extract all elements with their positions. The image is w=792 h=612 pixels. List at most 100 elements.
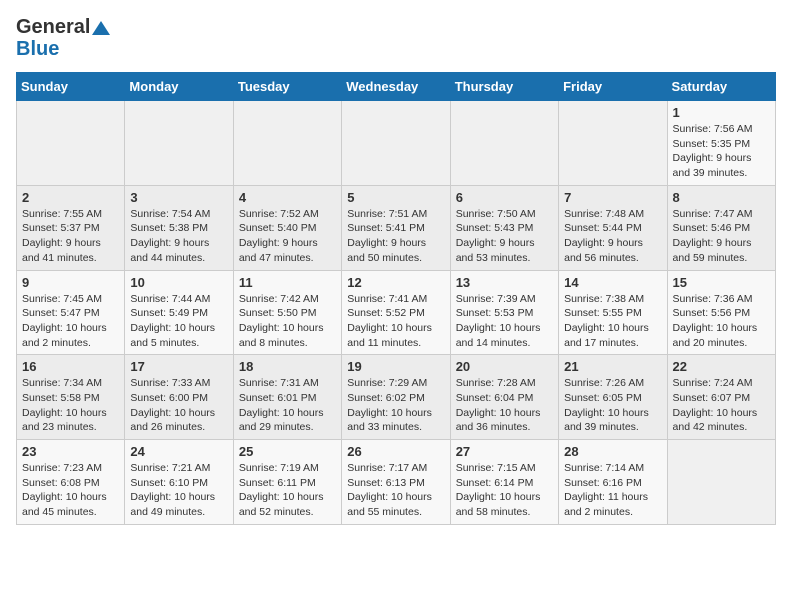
day-info: Sunrise: 7:54 AM Sunset: 5:38 PM Dayligh… (130, 207, 227, 266)
day-number: 4 (239, 190, 336, 205)
calendar-cell: 18Sunrise: 7:31 AM Sunset: 6:01 PM Dayli… (233, 355, 341, 440)
calendar-cell: 17Sunrise: 7:33 AM Sunset: 6:00 PM Dayli… (125, 355, 233, 440)
day-number: 16 (22, 359, 119, 374)
day-info: Sunrise: 7:26 AM Sunset: 6:05 PM Dayligh… (564, 376, 661, 435)
day-info: Sunrise: 7:15 AM Sunset: 6:14 PM Dayligh… (456, 461, 553, 520)
day-number: 26 (347, 444, 444, 459)
day-number: 14 (564, 275, 661, 290)
calendar-cell: 27 Sunrise: 7:15 AM Sunset: 6:14 PM Dayli… (450, 440, 558, 525)
day-number: 7 (564, 190, 661, 205)
calendar-cell: 12 Sunrise: 7:41 AM Sunset: 5:52 PM Dayli… (342, 270, 450, 355)
day-info: Sunrise: 7:19 AM Sunset: 6:11 PM Dayligh… (239, 461, 336, 520)
day-info: Sunrise: 7:24 AM Sunset: 6:07 PM Dayligh… (673, 376, 770, 435)
calendar-cell: 23 Sunrise: 7:23 AM Sunset: 6:08 PM Dayli… (17, 440, 125, 525)
calendar-week-row: 2 Sunrise: 7:55 AM Sunset: 5:37 PM Daylig… (17, 185, 776, 270)
calendar-cell: 13Sunrise: 7:39 AM Sunset: 5:53 PM Dayli… (450, 270, 558, 355)
day-number: 28 (564, 444, 661, 459)
calendar-cell: 22 Sunrise: 7:24 AM Sunset: 6:07 PM Dayli… (667, 355, 775, 440)
day-number: 2 (22, 190, 119, 205)
column-header-tuesday: Tuesday (233, 73, 341, 101)
calendar-cell: 28 Sunrise: 7:14 AM Sunset: 6:16 PM Dayli… (559, 440, 667, 525)
day-number: 5 (347, 190, 444, 205)
calendar-cell: 14 Sunrise: 7:38 AM Sunset: 5:55 PM Dayli… (559, 270, 667, 355)
day-info: Sunrise: 7:41 AM Sunset: 5:52 PM Dayligh… (347, 292, 444, 351)
calendar-cell: 26 Sunrise: 7:17 AM Sunset: 6:13 PM Dayli… (342, 440, 450, 525)
logo-text-line1: General (16, 16, 110, 38)
calendar-cell: 9Sunrise: 7:45 AM Sunset: 5:47 PM Daylig… (17, 270, 125, 355)
day-info: Sunrise: 7:55 AM Sunset: 5:37 PM Dayligh… (22, 207, 119, 266)
logo-text-line2: Blue (16, 38, 110, 60)
calendar-cell: 11 Sunrise: 7:42 AM Sunset: 5:50 PM Dayli… (233, 270, 341, 355)
day-number: 20 (456, 359, 553, 374)
calendar-cell: 1 Sunrise: 7:56 AM Sunset: 5:35 PM Daylig… (667, 101, 775, 186)
day-number: 19 (347, 359, 444, 374)
calendar-week-row: 16 Sunrise: 7:34 AM Sunset: 5:58 PM Dayli… (17, 355, 776, 440)
calendar-week-row: 9Sunrise: 7:45 AM Sunset: 5:47 PM Daylig… (17, 270, 776, 355)
day-info: Sunrise: 7:31 AM Sunset: 6:01 PM Dayligh… (239, 376, 336, 435)
day-number: 11 (239, 275, 336, 290)
day-info: Sunrise: 7:48 AM Sunset: 5:44 PM Dayligh… (564, 207, 661, 266)
calendar-cell: 10 Sunrise: 7:44 AM Sunset: 5:49 PM Dayli… (125, 270, 233, 355)
calendar-cell: 8 Sunrise: 7:47 AM Sunset: 5:46 PM Daylig… (667, 185, 775, 270)
logo: General Blue (16, 16, 110, 60)
day-info: Sunrise: 7:17 AM Sunset: 6:13 PM Dayligh… (347, 461, 444, 520)
calendar-cell: 6 Sunrise: 7:50 AM Sunset: 5:43 PM Daylig… (450, 185, 558, 270)
day-number: 24 (130, 444, 227, 459)
day-number: 17 (130, 359, 227, 374)
day-number: 25 (239, 444, 336, 459)
column-header-thursday: Thursday (450, 73, 558, 101)
day-number: 22 (673, 359, 770, 374)
day-info: Sunrise: 7:50 AM Sunset: 5:43 PM Dayligh… (456, 207, 553, 266)
calendar-cell: 20 Sunrise: 7:28 AM Sunset: 6:04 PM Dayli… (450, 355, 558, 440)
day-info: Sunrise: 7:28 AM Sunset: 6:04 PM Dayligh… (456, 376, 553, 435)
day-info: Sunrise: 7:44 AM Sunset: 5:49 PM Dayligh… (130, 292, 227, 351)
calendar-cell: 15 Sunrise: 7:36 AM Sunset: 5:56 PM Dayli… (667, 270, 775, 355)
calendar-cell: 21 Sunrise: 7:26 AM Sunset: 6:05 PM Dayli… (559, 355, 667, 440)
calendar-cell (450, 101, 558, 186)
day-number: 8 (673, 190, 770, 205)
day-number: 6 (456, 190, 553, 205)
calendar-cell: 7 Sunrise: 7:48 AM Sunset: 5:44 PM Daylig… (559, 185, 667, 270)
column-header-monday: Monday (125, 73, 233, 101)
calendar-cell (342, 101, 450, 186)
day-number: 1 (673, 105, 770, 120)
day-number: 10 (130, 275, 227, 290)
day-info: Sunrise: 7:45 AM Sunset: 5:47 PM Dayligh… (22, 292, 119, 351)
calendar-cell: 4 Sunrise: 7:52 AM Sunset: 5:40 PM Daylig… (233, 185, 341, 270)
calendar-cell (233, 101, 341, 186)
day-info: Sunrise: 7:38 AM Sunset: 5:55 PM Dayligh… (564, 292, 661, 351)
page-header: General Blue (16, 16, 776, 60)
day-info: Sunrise: 7:34 AM Sunset: 5:58 PM Dayligh… (22, 376, 119, 435)
day-info: Sunrise: 7:36 AM Sunset: 5:56 PM Dayligh… (673, 292, 770, 351)
column-header-wednesday: Wednesday (342, 73, 450, 101)
day-number: 21 (564, 359, 661, 374)
calendar-cell (667, 440, 775, 525)
day-info: Sunrise: 7:14 AM Sunset: 6:16 PM Dayligh… (564, 461, 661, 520)
day-info: Sunrise: 7:29 AM Sunset: 6:02 PM Dayligh… (347, 376, 444, 435)
day-info: Sunrise: 7:21 AM Sunset: 6:10 PM Dayligh… (130, 461, 227, 520)
day-info: Sunrise: 7:52 AM Sunset: 5:40 PM Dayligh… (239, 207, 336, 266)
calendar-table: SundayMondayTuesdayWednesdayThursdayFrid… (16, 72, 776, 525)
calendar-cell: 5 Sunrise: 7:51 AM Sunset: 5:41 PM Daylig… (342, 185, 450, 270)
day-number: 27 (456, 444, 553, 459)
day-number: 23 (22, 444, 119, 459)
day-info: Sunrise: 7:23 AM Sunset: 6:08 PM Dayligh… (22, 461, 119, 520)
calendar-cell: 16 Sunrise: 7:34 AM Sunset: 5:58 PM Dayli… (17, 355, 125, 440)
day-info: Sunrise: 7:47 AM Sunset: 5:46 PM Dayligh… (673, 207, 770, 266)
calendar-cell (559, 101, 667, 186)
day-info: Sunrise: 7:51 AM Sunset: 5:41 PM Dayligh… (347, 207, 444, 266)
calendar-header-row: SundayMondayTuesdayWednesdayThursdayFrid… (17, 73, 776, 101)
calendar-cell: 2 Sunrise: 7:55 AM Sunset: 5:37 PM Daylig… (17, 185, 125, 270)
column-header-saturday: Saturday (667, 73, 775, 101)
calendar-cell: 3Sunrise: 7:54 AM Sunset: 5:38 PM Daylig… (125, 185, 233, 270)
column-header-friday: Friday (559, 73, 667, 101)
calendar-cell (17, 101, 125, 186)
calendar-cell: 25 Sunrise: 7:19 AM Sunset: 6:11 PM Dayli… (233, 440, 341, 525)
day-info: Sunrise: 7:56 AM Sunset: 5:35 PM Dayligh… (673, 122, 770, 181)
day-number: 12 (347, 275, 444, 290)
calendar-week-row: 23 Sunrise: 7:23 AM Sunset: 6:08 PM Dayli… (17, 440, 776, 525)
calendar-cell: 24 Sunrise: 7:21 AM Sunset: 6:10 PM Dayli… (125, 440, 233, 525)
day-number: 15 (673, 275, 770, 290)
day-info: Sunrise: 7:42 AM Sunset: 5:50 PM Dayligh… (239, 292, 336, 351)
calendar-cell: 19 Sunrise: 7:29 AM Sunset: 6:02 PM Dayli… (342, 355, 450, 440)
